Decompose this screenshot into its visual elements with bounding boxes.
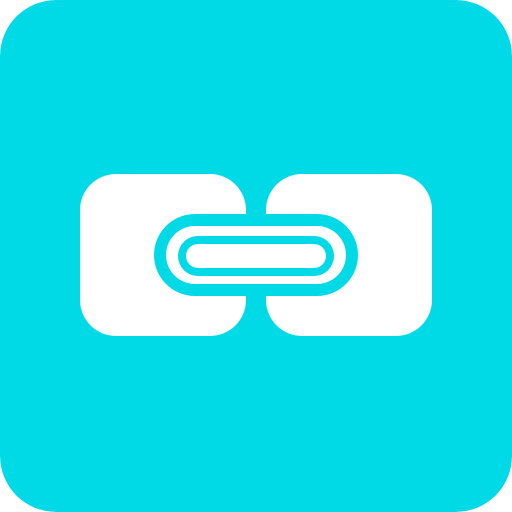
link-icon	[0, 0, 512, 512]
app-icon[interactable]	[0, 0, 512, 512]
connector-bar-fill	[186, 244, 326, 268]
